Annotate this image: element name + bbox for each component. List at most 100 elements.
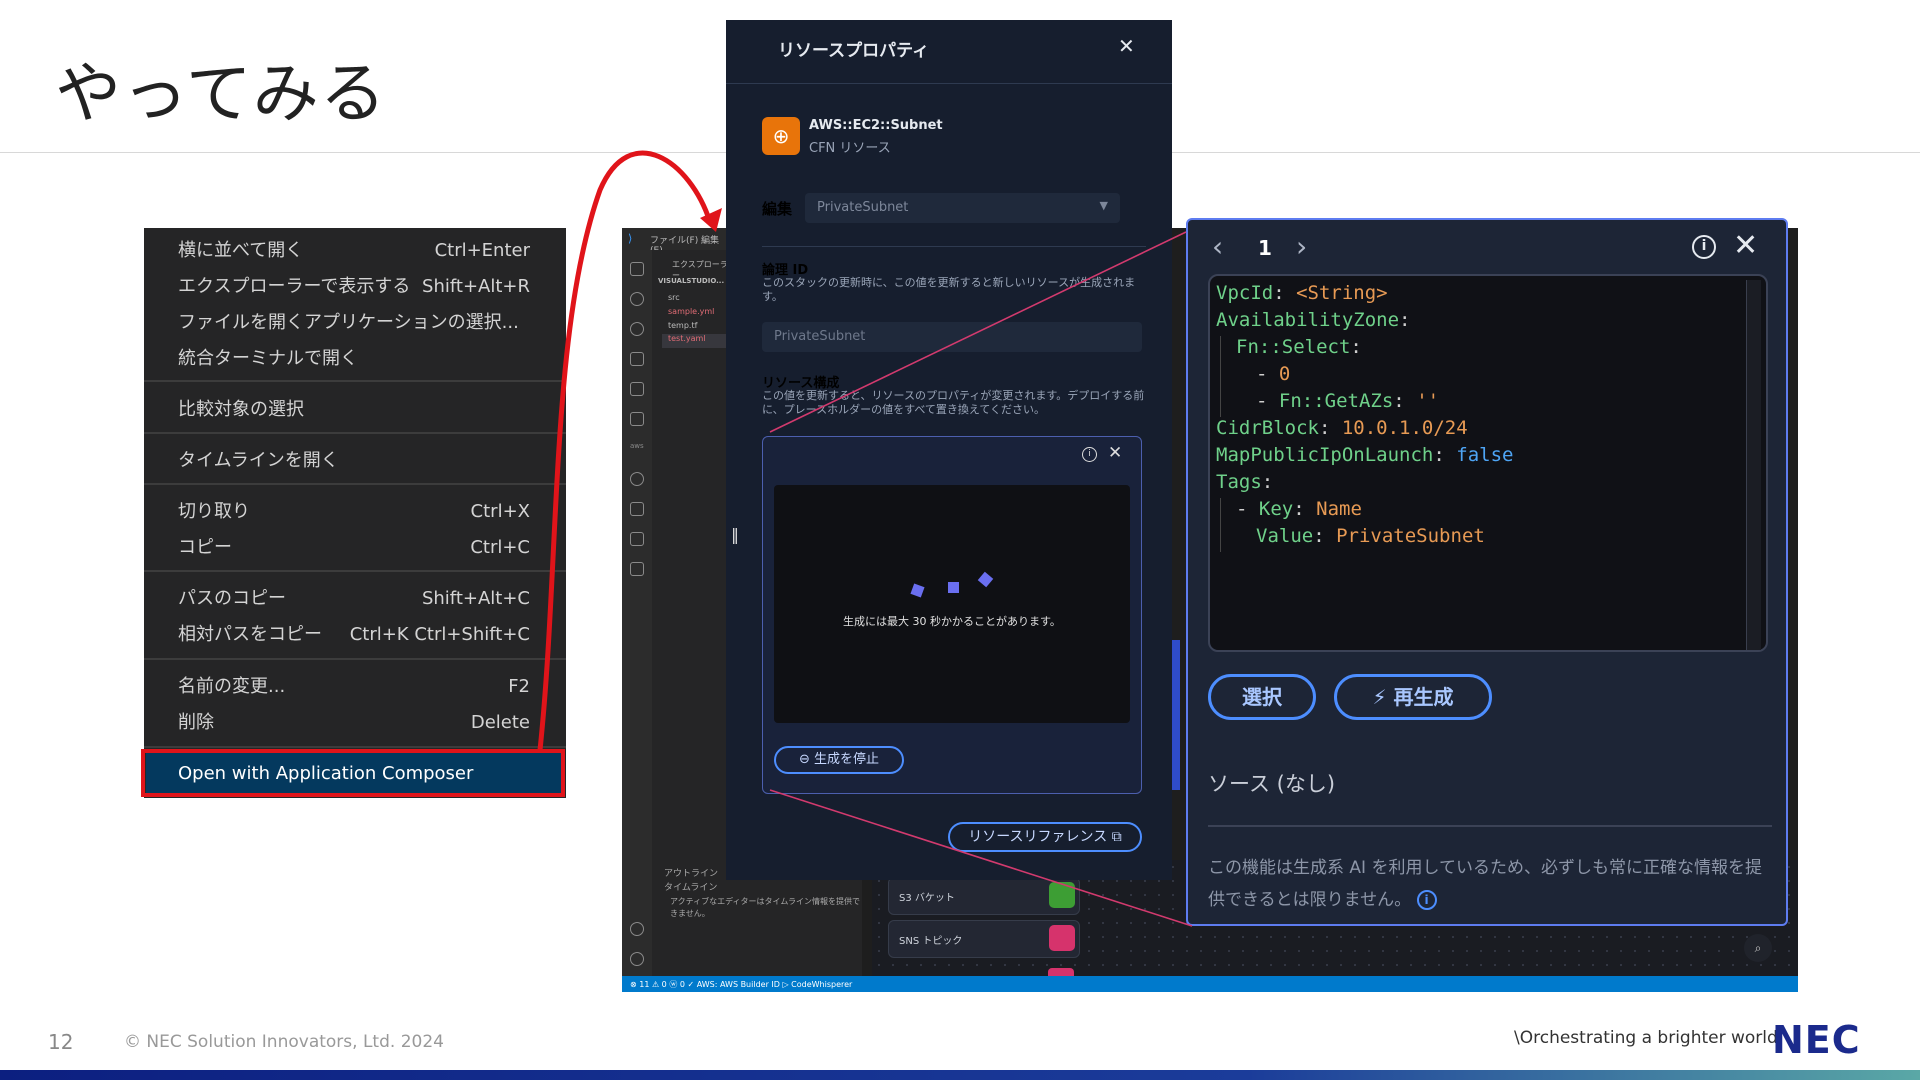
menu-item-rename[interactable]: 名前の変更... F2 [178,671,530,703]
code-line: VpcId: <String> [1216,282,1388,304]
code-scrollbar[interactable] [1746,280,1761,650]
yaml-colon: : [1393,390,1405,412]
menu-separator [144,570,566,572]
menu-item-shortcut: Shift+Alt+C [421,588,530,609]
yaml-dash: - [1256,363,1279,385]
zoom-icon[interactable]: ⌕ [1744,934,1772,962]
splitter-handle-icon[interactable]: ‖ [731,525,739,544]
timeline-icon[interactable] [630,472,644,486]
menu-item-copy-path[interactable]: パスのコピー Shift+Alt+C [178,583,530,615]
chat-icon[interactable] [630,562,644,576]
yaml-value: '' [1416,390,1440,412]
generation-message: 生成には最大 30 秒かかることがあります。 [843,615,1061,628]
menu-item-shortcut: Ctrl+C [470,537,530,558]
section-divider [762,246,1146,247]
edit-label: 編集 [762,200,793,218]
menu-item-shortcut: Shift+Alt+R [422,276,530,297]
outline-section[interactable]: アウトライン [664,866,718,879]
highlight-box [141,749,565,797]
select-button[interactable]: 選択 [1208,674,1316,720]
resource-card-s3[interactable]: S3 バケット [888,877,1080,915]
account-icon[interactable] [630,922,644,936]
extensions-icon[interactable] [630,382,644,396]
search-icon[interactable] [630,292,644,306]
menu-item-label: エクスプローラーで表示する [178,276,411,297]
slide-title: やってみる [55,55,387,132]
page-number: 12 [48,1030,74,1054]
source-control-icon[interactable] [630,322,644,336]
regenerate-label: 再生成 [1393,685,1454,709]
menu-item-cut[interactable]: 切り取り Ctrl+X [178,496,530,528]
timeline-section[interactable]: タイムライン [664,880,717,893]
remote-explorer-icon[interactable] [630,412,644,426]
settings-gear-icon[interactable] [630,952,644,966]
resource-reference-button[interactable]: リソースリファレンス ⧉ [948,822,1142,852]
aws-icon[interactable]: aws [630,442,644,456]
reference-button-label: リソースリファレンス [968,829,1108,845]
popup-divider [1208,825,1772,827]
code-line: Value: PrivateSubnet [1256,525,1485,547]
menu-item-open-side[interactable]: 横に並べて開く Ctrl+Enter [178,235,530,267]
stop-button-label: 生成を停止 [814,752,880,767]
terminal-icon[interactable] [630,532,644,546]
menu-item-open-timeline[interactable]: タイムラインを開く [178,445,530,477]
status-items[interactable]: ⊗ 11 ⚠ 0 ⓦ 0 ✓ AWS: AWS Builder ID ▷ Cod… [630,979,852,990]
info-icon[interactable]: i [1082,447,1097,462]
menu-item-shortcut: Delete [470,712,530,733]
edit-select-value: PrivateSubnet [817,200,909,215]
menu-item-reveal-explorer[interactable]: エクスプローラーで表示する Shift+Alt+R [178,271,530,303]
yaml-colon: : [1273,282,1285,304]
resource-card-sns[interactable]: SNS トピック [888,920,1080,958]
menu-item-open-with[interactable]: ファイルを開くアプリケーションの選択... [178,307,530,339]
code-line: Fn::Select: [1236,336,1362,358]
yaml-value: 0 [1278,363,1291,385]
menu-item-copy[interactable]: コピー Ctrl+C [178,532,530,564]
yaml-dash: - [1256,390,1279,412]
vscode-menubar: ⟩ ファイル(F) 編集(E) [622,228,730,256]
logical-id-input[interactable]: PrivateSubnet [762,322,1142,352]
nec-logo: NEC [1772,1018,1861,1062]
resource-card-label: S3 バケット [899,893,955,904]
menu-separator [144,746,566,748]
timeline-message: アクティブなエディターはタイムライン情報を提供できません。 [670,897,860,918]
menu-item-label: 統合ターミナルで開く [178,348,358,369]
resource-kind: CFN リソース [809,141,891,156]
close-icon[interactable]: ✕ [1733,228,1758,263]
yaml-key: VpcId [1216,282,1274,304]
resource-config-description: この値を更新すると、リソースのプロパティが変更されます。デプロイする前に、プレー… [762,389,1145,416]
workspace-name[interactable]: VISUALSTUDIO... [658,277,724,285]
code-line: CidrBlock: 10.0.1.0/24 [1216,417,1468,439]
indent-guide [1220,336,1221,417]
explorer-icon[interactable] [630,262,644,276]
status-bar: ⊗ 11 ⚠ 0 ⓦ 0 ✓ AWS: AWS Builder ID ▷ Cod… [622,976,1798,992]
copyright: © NEC Solution Innovators, Ltd. 2024 [124,1032,444,1052]
menu-item-open-terminal[interactable]: 統合ターミナルで開く [178,343,530,375]
info-icon[interactable]: i [1692,235,1716,259]
menu-item-select-compare[interactable]: 比較対象の選択 [178,394,530,426]
yaml-key: MapPublicIpOnLaunch [1216,444,1434,466]
file-item-selected[interactable]: test.yaml [662,334,728,348]
yaml-colon: : [1318,417,1331,439]
testing-icon[interactable] [630,502,644,516]
external-link-icon: ⧉ [1107,829,1122,845]
yaml-value: Name [1316,498,1362,520]
code-line: MapPublicIpOnLaunch: false [1216,444,1513,466]
close-icon[interactable]: ✕ [1108,443,1122,463]
stop-generation-button[interactable]: ⊖ 生成を停止 [774,746,904,774]
menu-item-label: 比較対象の選択 [178,399,304,420]
sns-topic-icon [1049,925,1075,951]
close-icon[interactable]: ✕ [1118,34,1135,58]
file-item[interactable]: src [668,293,680,302]
run-debug-icon[interactable] [630,352,644,366]
info-icon[interactable]: i [1416,890,1437,910]
stop-icon: ⊖ [798,752,814,767]
panel-title: リソースプロパティ [778,41,930,61]
next-chevron-icon[interactable]: › [1296,230,1307,263]
file-item[interactable]: sample.yml [668,307,714,316]
regenerate-button[interactable]: ⚡ 再生成 [1334,674,1492,720]
file-item[interactable]: temp.tf [668,321,697,330]
edit-select[interactable]: PrivateSubnet ▼ [805,193,1120,223]
menu-item-delete[interactable]: 削除 Delete [178,707,530,739]
previous-chevron-icon[interactable]: ‹ [1212,230,1223,263]
menu-item-copy-relative-path[interactable]: 相対パスをコピー Ctrl+K Ctrl+Shift+C [178,619,530,651]
